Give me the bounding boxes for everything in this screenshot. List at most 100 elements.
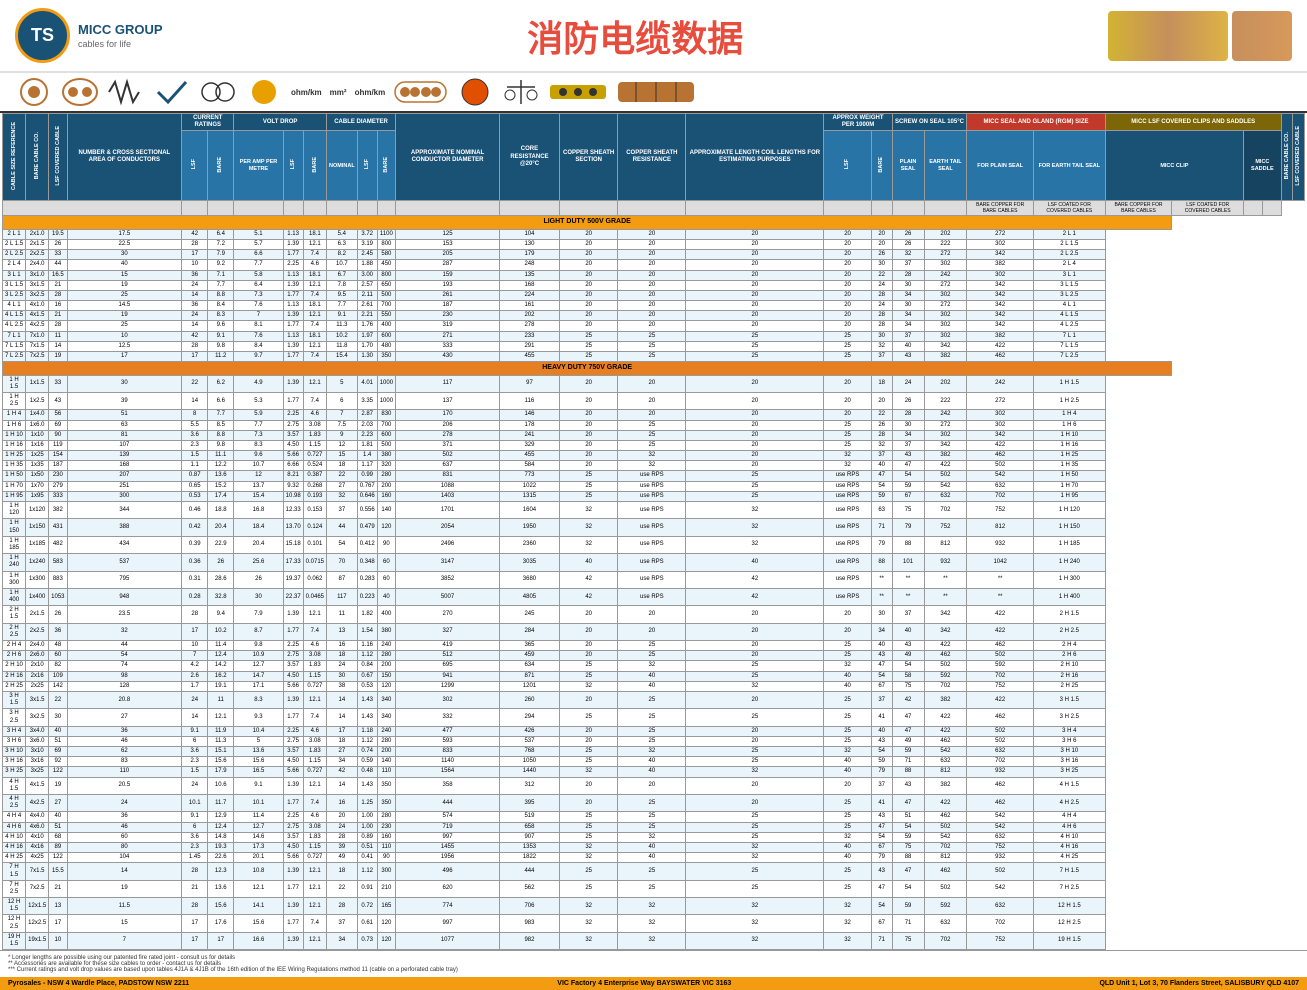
logo-area: TS MICC GROUP cables for life (15, 8, 163, 63)
table-row: 1 H 701x702792510.6515.213.79.320.268270… (3, 481, 1305, 491)
table-row: 7 L 2.57x2.519171711.29.71.777.415.41.30… (3, 352, 1305, 362)
page-wrapper: TS MICC GROUP cables for life 消防电缆数据 (0, 0, 1307, 990)
table-row: 3 H 163x1692832.315.615.64.501.15340.591… (3, 757, 1305, 767)
table-row: 2 L 1.52x1.52622.5287.25.71.3912.16.33.1… (3, 239, 1305, 249)
col-micc-seal-rgm: MICC SEAL AND GLAND (RGM) SIZE (967, 114, 1105, 131)
icon-circle-outline (456, 77, 494, 107)
icons-row: ohm/km mm² ohm/km (0, 73, 1307, 113)
sub-current-bare: BARE (208, 131, 234, 201)
table-row: 1 H 1501x1504313880.4220.418.413.700.124… (3, 519, 1305, 536)
table-row: 1 H 61x6.069635.58.57.72.753.087.52.0370… (3, 420, 1305, 430)
table-row: 2 H 2.52x2.536321710.28.71.777.4131.5438… (3, 623, 1305, 640)
icon-copper-saddle (616, 77, 696, 107)
icon-two-core (61, 77, 99, 107)
cable-icons (1108, 11, 1292, 61)
sub-plain-seal: PLAIN SEAL (892, 131, 924, 201)
table-row: 4 H 104x1068603.614.814.63.571.83280.891… (3, 832, 1305, 842)
col-weight-per-1000m: APPROX WEIGHT PER 1000M (824, 114, 892, 131)
icon-double-circle (199, 77, 237, 107)
sub-for-plain-seal: FOR PLAIN SEAL (967, 131, 1034, 201)
col-cable-diameter: CABLE DIAMETER (327, 114, 396, 131)
unit-mm2: mm² (330, 88, 347, 97)
table-row: 4 L 2.54x2.52825149.68.11.777.411.31.764… (3, 321, 1305, 331)
icon-circle-fill (245, 77, 283, 107)
cable-connector-image (1232, 11, 1292, 61)
table-container: CABLE SIZE REFERENCE BARE CABLE CO. LSF … (0, 113, 1307, 950)
col-approx-nominal-dia: APPROXIMATE NOMINAL CONDUCTOR DIAMETER (396, 114, 500, 201)
sub-dia-lsf: LSF (357, 131, 377, 201)
col-lsf-cable-right: LSF COVERED CABLE (1293, 114, 1305, 201)
sub-micc-saddle: MICC SADDLE (1244, 131, 1282, 201)
table-row: 4 H 2.54x2.5272410.111.710.11.777.4161.2… (3, 795, 1305, 812)
table-row: 2 H 252x251421281.719.117.15.660.727380.… (3, 681, 1305, 691)
table-row: 3 H 2.53x2.530271412.19.31.777.4141.4334… (3, 709, 1305, 726)
table-row: 19 H 1.519x1.5107171716.61.3912.1340.731… (3, 932, 1305, 949)
table-row: 3 H 63x6.05146611.352.753.08181.12280593… (3, 736, 1305, 746)
sub-volt-lsf: LSF (283, 131, 303, 201)
address-nsw: Pyrosales - NSW 4 Wardle Place, PADSTOW … (8, 980, 189, 987)
footer-notes: * Longer lengths are possible using our … (0, 950, 1307, 977)
table-row: 1 H 2.51x2.54339146.65.31.777.463.351000… (3, 392, 1305, 409)
table-row: 2 L 12x1.019.517.5426.45.11.1318.15.43.7… (3, 229, 1305, 239)
table-row: 1 H 951x953333000.5317.415.410.980.19332… (3, 491, 1305, 501)
col-screw-on-seal: SCREW ON SEAL 105°C (892, 114, 967, 131)
table-row: 4 H 1.54x1.51920.52410.69.11.3912.1141.4… (3, 777, 1305, 794)
table-row: 1 H 3001x3008837950.3128.62619.370.06287… (3, 571, 1305, 588)
address-vic: VIC Factory 4 Enterprise Way BAYSWATER V… (557, 980, 731, 987)
icon-single-core (15, 77, 53, 107)
sub-current-lsf: LSF (182, 131, 208, 201)
icon-wave (107, 77, 145, 107)
icon-multi-core (393, 77, 448, 107)
unit-ohm-km-1: ohm/km (291, 88, 322, 97)
table-row: 2 H 1.52x1.52623.5289.47.91.3912.1111.82… (3, 606, 1305, 623)
table-row: 3 L 2.53x2.52825148.87.31.777.49.52.1150… (3, 290, 1305, 300)
table-row: 1 H 4001x40010539480.2832.83022.370.0465… (3, 588, 1305, 605)
table-row: 4 H 164x1689802.319.317.34.501.15390.511… (3, 842, 1305, 852)
table-row: 12 H 2.512x2.517151717.615.61.777.4370.6… (3, 915, 1305, 932)
footer-addresses: Pyrosales - NSW 4 Wardle Place, PADSTOW … (0, 977, 1307, 990)
table-row: 2 H 62x6.06054712.410.92.753.08181.12280… (3, 651, 1305, 661)
col-copper-sheath-resistance: COPPER SHEATH RESISTANCE (618, 114, 686, 201)
table-row: 4 H 44x4.040369.112.911.42.254.6201.0028… (3, 812, 1305, 822)
sub-weight-lsf: LSF (824, 131, 871, 201)
sub-volt-per-amp: PER AMP PER METRE (234, 131, 283, 201)
table-row: 3 H 1.53x1.52220.824118.31.3912.1141.433… (3, 691, 1305, 708)
table-row: 1 H 351x351871681.112.210.76.660.524181.… (3, 461, 1305, 471)
col-volt-drop: VOLT DROP (234, 114, 327, 131)
col-bare-cable-co: BARE CABLE CO. (26, 114, 49, 201)
col-copper-sheath-section: COPPER SHEATH SECTION (559, 114, 617, 201)
table-row: 4 H 64x6.05146612.412.72.753.08241.00230… (3, 822, 1305, 832)
icon-screw-connector (548, 77, 608, 107)
cable-image (1108, 11, 1228, 61)
col-micc-lsf-clips-saddles: MICC LSF COVERED CLIPS AND SADDLES (1105, 114, 1281, 131)
table-row: 1 H 101x1090813.68.87.33.571.8392.236002… (3, 430, 1305, 440)
col-core-resistance: CORE RESISTANCE @20°C (499, 114, 559, 201)
table-row: 2 H 102x1082744.214.212.73.571.83240.842… (3, 661, 1305, 671)
unit-ohm-km-2: ohm/km (355, 88, 386, 97)
table-row: 1 H 2401x2405835370.362625.617.330.07157… (3, 554, 1305, 571)
sub-weight-bare: BARE (871, 131, 892, 201)
table-row: 1 H 251x251541391.511.19.65.660.727151.4… (3, 451, 1305, 461)
table-row: 2 H 162x16109982.616.214.74.501.15300.67… (3, 671, 1305, 681)
table-row: 4 L 1.54x1.52119248.371.3912.19.12.21550… (3, 311, 1305, 321)
table-row: 1 H 1.51x1.53330226.24.91.3912.154.01100… (3, 375, 1305, 392)
table-row: 7 L 17x1.01110429.17.61.1318.110.21.9760… (3, 331, 1305, 341)
table-row: 3 L 1.53x1.52119247.76.41.3912.17.82.576… (3, 280, 1305, 290)
footer-note3: *** Current ratings and volt drop values… (8, 967, 1299, 973)
table-row: 7 H 2.57x2.521192113.612.11.7712.1220.91… (3, 880, 1305, 897)
col-bare-cable-co-right: BARE CABLE CO. (1281, 114, 1293, 201)
logo-subtitle: cables for life (78, 39, 163, 49)
logo-circle: TS (15, 8, 70, 63)
sub-dia-nominal: NOMINAL (327, 131, 358, 201)
table-row: 3 H 103x1069623.615.113.63.571.83270.742… (3, 747, 1305, 757)
col-lsf-cable: LSF COVERED CABLE (49, 114, 67, 201)
table-row: 1 H 501x502302070.8713.6128.210.387220.9… (3, 471, 1305, 481)
table-row: 7 L 1.57x1.51412.5289.88.41.3912.111.81.… (3, 341, 1305, 351)
page-title: 消防电缆数据 (163, 10, 1109, 62)
icon-scale (502, 77, 540, 107)
logo-text: MICC GROUP (78, 22, 163, 39)
sub-earth-tail-seal: EARTH TAIL SEAL (924, 131, 967, 201)
table-row: 1 H 1201x1203823440.4618.816.812.330.153… (3, 502, 1305, 519)
col-num-conductors: NUMBER & CROSS SECTIONAL AREA OF CONDUCT… (67, 114, 182, 201)
table-row: 2 L 42x4.04440109.27.72.254.610.71.88450… (3, 260, 1305, 270)
